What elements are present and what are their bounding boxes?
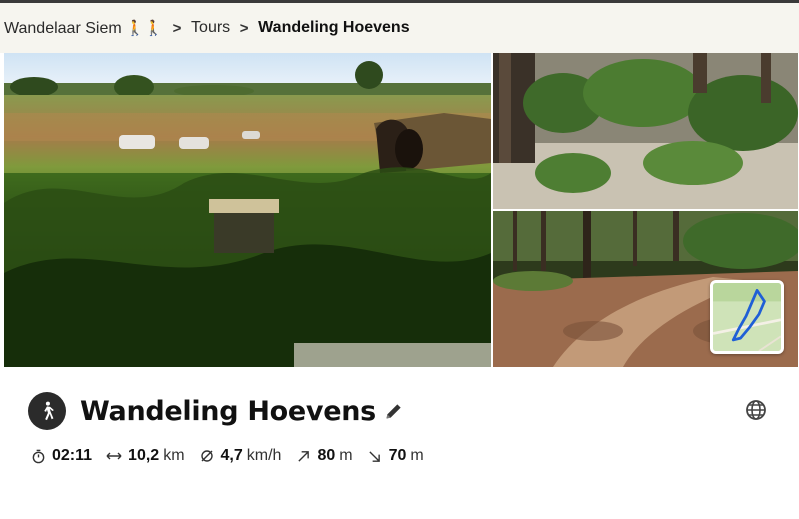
stat-unit: m (339, 447, 353, 464)
stat-unit: km/h (246, 447, 282, 464)
tour-header: Wandeling Hoevens (28, 390, 406, 432)
photo-gallery (4, 53, 798, 367)
breadcrumb-user-name[interactable]: Wandelaar Siem (4, 20, 122, 37)
stat-average-speed: 4,7 km/h (199, 447, 282, 465)
globe-icon[interactable] (744, 398, 768, 422)
downhill-arrow-icon (367, 448, 383, 464)
photo-heathland-meadow[interactable] (4, 53, 491, 367)
breadcrumb-tours-link[interactable]: Tours (191, 19, 230, 37)
stat-unit: km (163, 447, 185, 464)
uphill-arrow-icon (295, 448, 311, 464)
stat-value: 70 (388, 447, 407, 464)
route-map-thumbnail[interactable] (710, 280, 784, 354)
pencil-icon[interactable] (384, 400, 406, 422)
breadcrumb-separator: > (172, 19, 182, 37)
average-speed-icon (199, 448, 215, 464)
stat-value: 10,2 (128, 447, 160, 464)
tour-stats: 02:11 10,2 km 4,7 km/h 80 m 70 m (30, 444, 438, 468)
stat-elevation-up: 80 m (295, 447, 353, 465)
stopwatch-icon (30, 448, 46, 464)
stat-elevation-down: 70 m (367, 447, 424, 465)
breadcrumb: Wandelaar Siem 🚶🚶 > Tours > Wandeling Hoe… (0, 3, 799, 53)
tour-title: Wandeling Hoevens (80, 395, 376, 427)
photo-forest-ferns[interactable] (493, 53, 798, 209)
stat-duration: 02:11 (30, 447, 92, 465)
stat-value: 4,7 (220, 447, 243, 464)
walking-person-icon (28, 392, 66, 430)
breadcrumb-separator: > (239, 19, 249, 37)
stat-unit: m (410, 447, 424, 464)
stat-distance: 10,2 km (106, 447, 185, 465)
stat-value: 80 (317, 447, 336, 464)
breadcrumb-user-link[interactable]: Wandelaar Siem 🚶🚶 (4, 19, 163, 38)
horizontal-arrows-icon (106, 448, 122, 464)
stat-value: 02:11 (52, 447, 93, 464)
breadcrumb-current-page: Wandeling Hoevens (258, 19, 410, 36)
walking-person-badges-icon: 🚶🚶 (125, 19, 164, 37)
